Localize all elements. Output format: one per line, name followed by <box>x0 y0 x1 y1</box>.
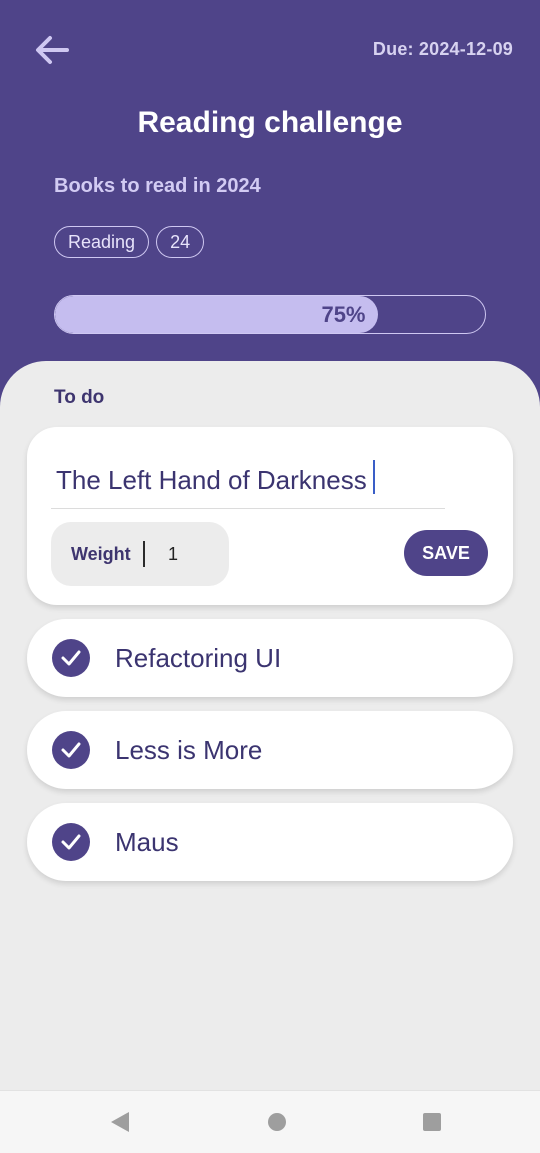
task-item[interactable]: Refactoring UI <box>27 619 513 697</box>
due-date: Due: 2024-12-09 <box>372 39 513 59</box>
check-icon <box>61 650 81 666</box>
edit-task-card: Weight SAVE <box>27 427 513 605</box>
tag-chip[interactable]: 24 <box>156 226 205 258</box>
check-icon <box>61 742 81 758</box>
weight-label: Weight <box>71 544 131 564</box>
circle-home-icon <box>268 1113 286 1131</box>
task-item[interactable]: Maus <box>27 803 513 881</box>
task-checkbox[interactable] <box>52 823 90 861</box>
task-label: Maus <box>115 827 179 857</box>
progress-fill: 75% <box>55 296 378 333</box>
back-button[interactable] <box>28 28 76 72</box>
task-checkbox[interactable] <box>52 731 90 769</box>
check-icon <box>61 834 81 850</box>
todo-sheet: To do Weight SAVE Refactoring UI Less is… <box>0 361 540 1091</box>
weight-field[interactable]: Weight <box>51 522 229 586</box>
task-checkbox[interactable] <box>52 639 90 677</box>
weight-divider <box>143 541 145 567</box>
page-subtitle: Books to read in 2024 <box>54 175 261 197</box>
system-nav-bar <box>0 1090 540 1153</box>
arrow-left-icon <box>36 36 69 64</box>
save-button[interactable]: SAVE <box>404 530 488 576</box>
task-label: Refactoring UI <box>115 643 282 673</box>
nav-recents-button[interactable] <box>418 1108 446 1136</box>
page-title: Reading challenge <box>137 106 403 139</box>
header: Due: 2024-12-09 Reading challenge Books … <box>0 0 540 420</box>
section-label: To do <box>54 387 105 408</box>
nav-back-button[interactable] <box>106 1108 134 1136</box>
triangle-back-icon <box>111 1112 129 1132</box>
progress-bar: 75% <box>54 295 486 334</box>
text-cursor <box>373 460 375 494</box>
tag-list: Reading 24 <box>54 226 205 258</box>
tag-chip[interactable]: Reading <box>54 226 150 258</box>
task-title-input[interactable] <box>51 453 445 509</box>
progress-percent: 75% <box>321 301 366 327</box>
weight-input[interactable] <box>166 537 208 571</box>
task-label: Less is More <box>115 735 263 765</box>
task-item[interactable]: Less is More <box>27 711 513 789</box>
square-recents-icon <box>423 1113 441 1131</box>
nav-home-button[interactable] <box>263 1108 291 1136</box>
